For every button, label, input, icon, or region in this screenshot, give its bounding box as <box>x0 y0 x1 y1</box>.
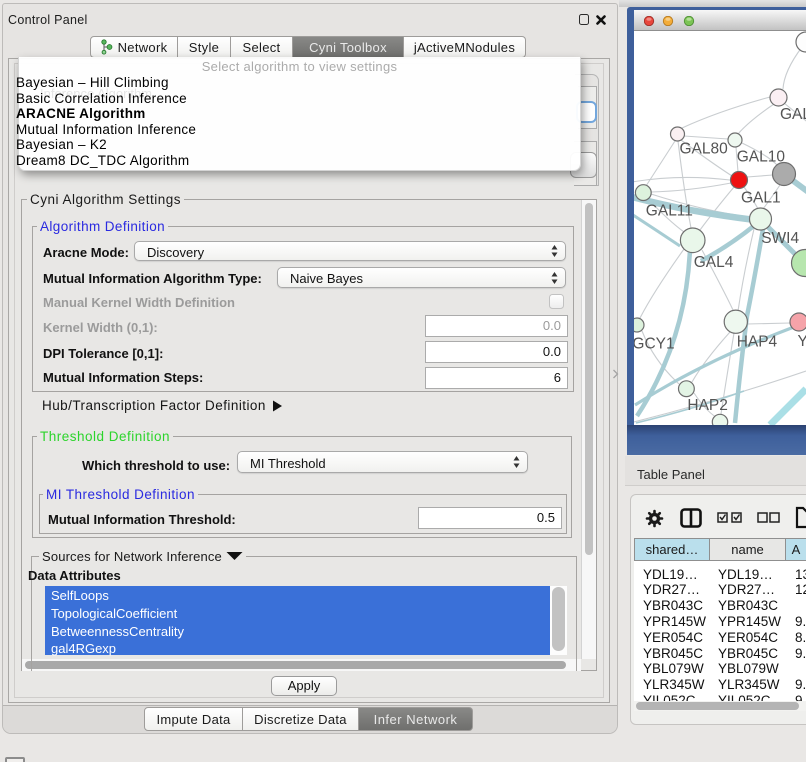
svg-text:Y: Y <box>798 333 806 350</box>
svg-text:GAL10: GAL10 <box>737 149 786 166</box>
svg-text:HAP2: HAP2 <box>687 397 728 414</box>
svg-text:SWI4: SWI4 <box>761 230 799 247</box>
svg-text:GAL80: GAL80 <box>680 141 729 158</box>
svg-text:GAL4: GAL4 <box>694 254 734 271</box>
svg-text:HAP4: HAP4 <box>737 334 778 351</box>
svg-text:GCY1: GCY1 <box>634 336 675 353</box>
svg-text:GAL1: GAL1 <box>741 190 781 207</box>
svg-text:GAL: GAL <box>780 106 806 123</box>
svg-text:GAL11: GAL11 <box>646 203 693 220</box>
